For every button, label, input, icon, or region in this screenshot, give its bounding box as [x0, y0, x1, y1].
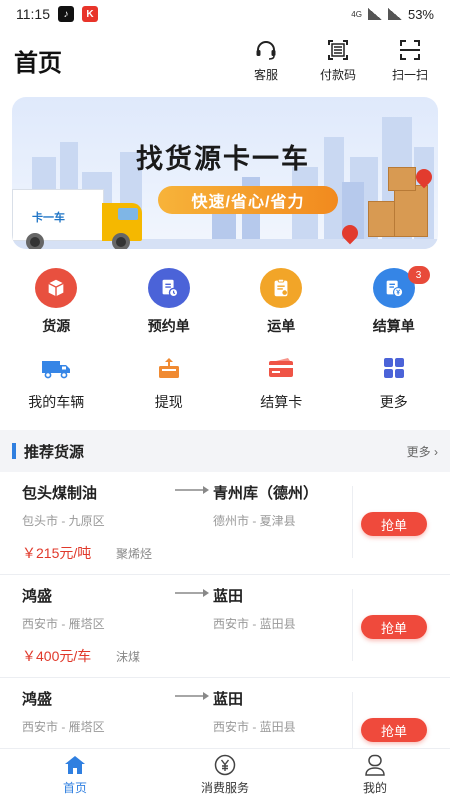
secondary-function-grid: 我的车辆 提现 结算卡 更多 [0, 356, 450, 416]
banner-subtitle: 快速/省心/省力 [158, 186, 338, 214]
promo-banner[interactable]: 找货源卡一车 快速/省心/省力 卡一车 [12, 97, 438, 249]
more-link[interactable]: 更多 › [407, 443, 438, 460]
truck-window [118, 208, 138, 220]
withdraw-icon [158, 358, 179, 378]
home-icon [65, 755, 85, 774]
freight-price: ￥400元/车 [22, 648, 92, 664]
status-time: 11:15 [16, 6, 50, 22]
primary-function-grid: 货源 预约单 运单 结算单 3 [0, 266, 450, 336]
payment-code-label: 付款码 [319, 67, 356, 82]
grid-item-my-vehicles[interactable]: 我的车辆 [0, 356, 113, 416]
divider [352, 486, 353, 558]
notification-badge: 3 [407, 266, 430, 284]
destination-area: 德州市 - 夏津县 [213, 514, 296, 528]
headset-icon [256, 40, 276, 60]
user-icon [365, 754, 385, 776]
origin-name: 鸿盛 [22, 588, 53, 605]
goods-type: 沫煤 [116, 650, 141, 664]
grid-label: 预约单 [147, 318, 190, 334]
grid-label: 运单 [267, 318, 296, 334]
grid-item-withdraw[interactable]: 提现 [113, 356, 226, 416]
grid-item-reservation[interactable]: 预约单 [113, 268, 226, 336]
grid-item-settlement-card[interactable]: 结算卡 [225, 356, 338, 416]
scan-icon [400, 39, 420, 60]
grid-item-more[interactable]: 更多 [338, 356, 450, 416]
nav-profile[interactable]: 我的 [300, 749, 450, 800]
destination-name: 青州库（德州） [213, 485, 319, 502]
freight-price: ￥215元/吨 [22, 545, 92, 561]
battery-level: 53% [407, 6, 434, 22]
arrow-right-icon [175, 692, 209, 700]
cargo-card[interactable]: 鸿盛 蓝田 西安市 - 雁塔区 西安市 - 蓝田县 ￥400元/车 沫煤 抢单 [0, 575, 450, 678]
grid-label: 货源 [42, 318, 71, 334]
tiktok-app-icon: ♪ [58, 6, 74, 22]
scan-button[interactable]: 扫一扫 [384, 38, 436, 83]
status-bar: 11:15 ♪ K 4G 53% [0, 0, 450, 28]
box-icon [35, 268, 78, 308]
grid-item-cargo-source[interactable]: 货源 [0, 268, 113, 336]
banner-title: 找货源卡一车 [136, 144, 310, 174]
origin-name: 鸿盛 [22, 691, 53, 708]
grid-label: 我的车辆 [28, 394, 85, 410]
grab-order-button[interactable]: 抢单 [361, 615, 427, 639]
bottom-navigation: 首页 消费服务 我的 [0, 748, 450, 800]
divider [352, 589, 353, 661]
qrcode-icon [328, 39, 348, 60]
network-label: 4G [351, 9, 362, 19]
nav-label: 首页 [62, 780, 87, 795]
nav-consumer-services[interactable]: 消费服务 [150, 749, 300, 800]
signal-icon-2 [387, 8, 402, 20]
cargo-card[interactable]: 包头煤制油 青州库（德州） 包头市 - 九原区 德州市 - 夏津县 ￥215元/… [0, 472, 450, 575]
destination-name: 蓝田 [213, 691, 244, 708]
yuan-circle-icon [214, 754, 236, 775]
grid-item-waybill[interactable]: 运单 [225, 268, 338, 336]
destination-name: 蓝田 [213, 588, 244, 605]
truck-icon [42, 361, 71, 379]
k-app-icon: K [82, 6, 98, 22]
nav-label: 我的 [362, 780, 387, 795]
origin-name: 包头煤制油 [22, 485, 98, 502]
parcel-box [394, 185, 428, 237]
arrow-right-icon [175, 589, 209, 597]
grab-order-button[interactable]: 抢单 [361, 512, 427, 536]
scan-label: 扫一扫 [391, 67, 428, 82]
nav-home[interactable]: 首页 [0, 749, 150, 800]
grid-label: 提现 [154, 394, 183, 410]
truck-logo-text: 卡一车 [32, 212, 65, 224]
cargo-list: 包头煤制油 青州库（德州） 包头市 - 九原区 德州市 - 夏津县 ￥215元/… [0, 472, 450, 781]
clipboard-icon [260, 268, 303, 308]
recommended-section-header: 推荐货源 更多 › [0, 430, 450, 472]
origin-area: 包头市 - 九原区 [22, 514, 105, 528]
calendar-doc-icon [147, 268, 190, 308]
grid-item-settlement[interactable]: 结算单 3 [338, 266, 450, 336]
app-header: 首页 客服 付款码 扫一扫 [0, 30, 450, 90]
destination-area: 西安市 - 蓝田县 [213, 617, 296, 631]
signal-icon [367, 8, 382, 20]
origin-area: 西安市 - 雁塔区 [22, 720, 105, 734]
truck-wheel [112, 233, 130, 249]
grab-order-button[interactable]: 抢单 [361, 718, 427, 742]
customer-service-label: 客服 [253, 67, 278, 82]
customer-service-button[interactable]: 客服 [240, 38, 292, 83]
destination-area: 西安市 - 蓝田县 [213, 720, 296, 734]
goods-type: 聚烯烃 [116, 547, 153, 561]
card-icon [269, 358, 294, 377]
payment-code-button[interactable]: 付款码 [312, 38, 364, 83]
arrow-right-icon [175, 486, 209, 494]
grid-label: 更多 [379, 394, 408, 410]
section-accent-bar [12, 443, 16, 459]
grid-icon [383, 358, 404, 378]
nav-label: 消费服务 [200, 780, 249, 795]
truck-wheel [26, 233, 44, 249]
page-title: 首页 [14, 49, 62, 77]
section-title: 推荐货源 [24, 443, 85, 461]
origin-area: 西安市 - 雁塔区 [22, 617, 105, 631]
grid-label: 结算单 [372, 318, 415, 334]
parcel-box [388, 167, 416, 191]
grid-label: 结算卡 [260, 394, 303, 410]
